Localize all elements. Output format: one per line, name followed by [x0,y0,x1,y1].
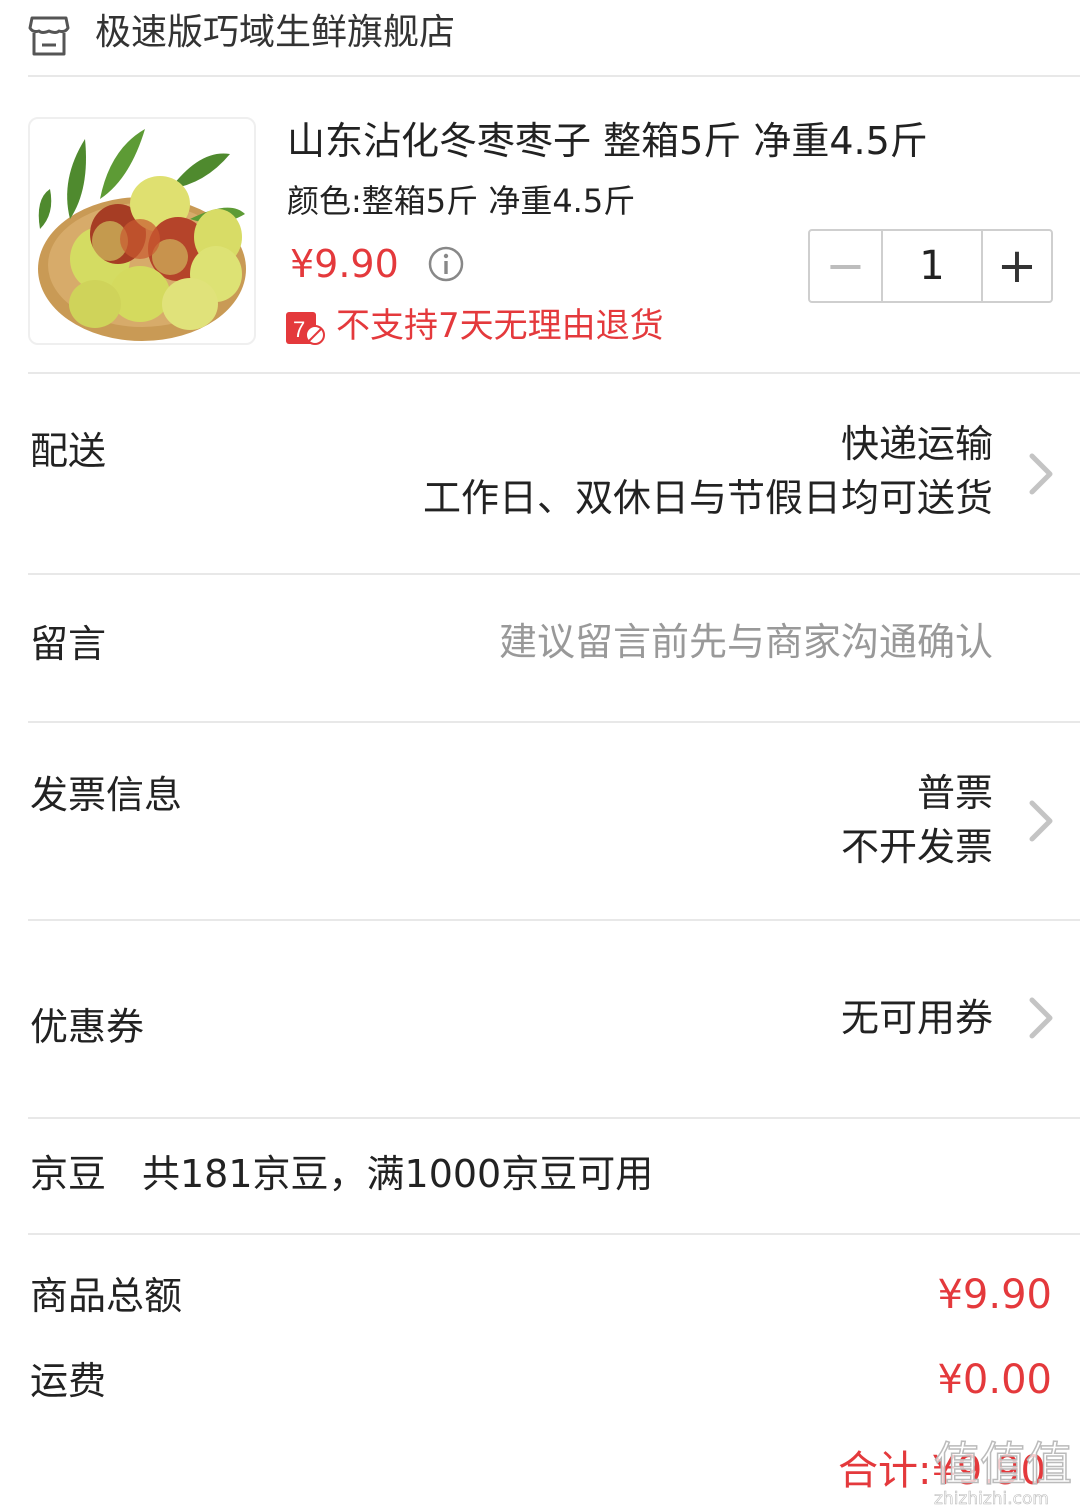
message-label: 留言 [30,622,107,666]
chevron-right-icon [1029,453,1053,495]
divider [28,573,1080,575]
jingdou-info: 共181京豆，满1000京豆可用 [142,1152,654,1196]
coupon-label: 优惠券 [30,1005,145,1049]
return-badge-text: 7 [293,317,305,342]
product-price: ¥9.90 [290,242,399,286]
watermark-logo: 值值值 zhizhizhi.com [933,1436,1073,1509]
quantity-stepper[interactable]: − 1 + [808,229,1053,303]
divider [28,1233,1080,1235]
delivery-method: 快递运输 [840,422,993,466]
product-image[interactable] [28,117,256,345]
product-spec: 颜色:整箱5斤 净重4.5斤 [287,182,636,220]
goods-total-label: 商品总额 [30,1274,183,1318]
message-input[interactable]: 建议留言前先与商家沟通确认 [499,616,993,668]
jujube-basket-image [38,129,246,341]
invoice-label: 发票信息 [30,773,183,817]
store-header[interactable]: 极速版巧域生鲜旗舰店 [0,0,1080,76]
shipping-value: ¥0.00 [937,1357,1052,1403]
increase-quantity-button[interactable]: + [981,231,1051,301]
return-policy: 不支持7天无理由退货 [336,306,664,346]
invoice-status: 不开发票 [840,825,993,869]
no-return-badge-icon: 7 [286,312,325,345]
coupon-value: 无可用券 [840,996,993,1040]
product-title[interactable]: 山东沾化冬枣枣子 整箱5斤 净重4.5斤 [287,115,928,167]
divider [28,75,1080,77]
store-icon [28,16,70,56]
divider [28,1117,1080,1119]
decrease-quantity-button[interactable]: − [810,231,883,301]
goods-total-value: ¥9.90 [937,1272,1052,1318]
delivery-schedule: 工作日、双休日与节假日均可送货 [422,476,993,520]
info-icon[interactable] [427,245,465,283]
watermark-text: 值值值 [934,1437,1072,1491]
shipping-label: 运费 [30,1359,107,1403]
invoice-type: 普票 [916,771,993,815]
jingdou-label: 京豆 [30,1152,107,1196]
delivery-label: 配送 [30,429,107,473]
quantity-value[interactable]: 1 [883,231,981,301]
chevron-right-icon [1029,800,1053,842]
watermark-subtext: zhizhizhi.com [934,1489,1049,1509]
store-name[interactable]: 极速版巧域生鲜旗舰店 [95,8,455,58]
chevron-right-icon [1029,997,1053,1039]
